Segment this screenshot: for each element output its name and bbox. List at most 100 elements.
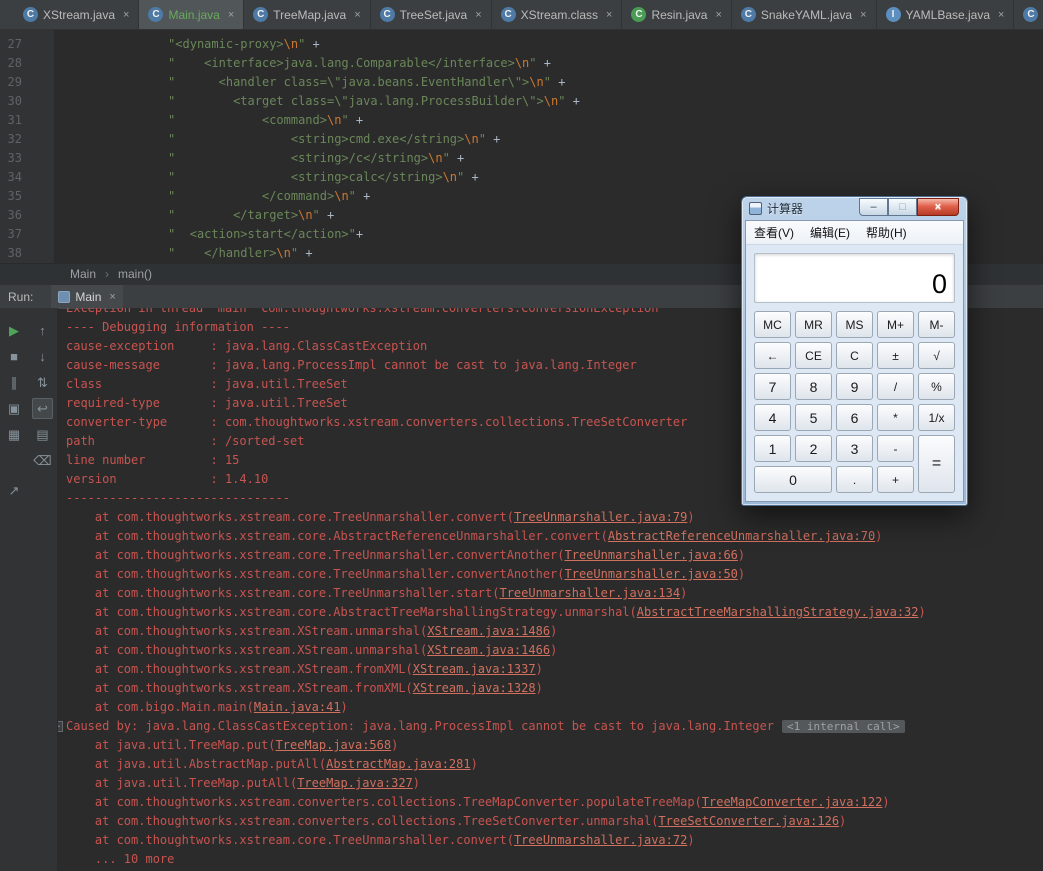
editor-tab[interactable]: C XStream.java × [14, 0, 140, 29]
calculator-button[interactable]: * [877, 404, 914, 431]
stacktrace-link[interactable]: TreeUnmarshaller.java:72 [514, 833, 687, 847]
editor-tab[interactable]: C Main.java × [139, 0, 245, 29]
calculator-button[interactable]: ← [754, 342, 791, 369]
calculator-button[interactable]: M+ [877, 311, 914, 338]
print-icon[interactable]: ▤ [32, 424, 53, 445]
minimize-button[interactable]: – [859, 198, 888, 216]
calculator-button[interactable]: MC [754, 311, 791, 338]
stacktrace-link[interactable]: XStream.java:1337 [413, 662, 536, 676]
breadcrumb-method[interactable]: main() [118, 267, 152, 281]
line-number: 35 [7, 189, 22, 203]
stacktrace-link[interactable]: XStream.java:1486 [427, 624, 550, 638]
menu-item[interactable]: 编辑(E) [810, 224, 850, 241]
pause-icon[interactable]: ∥ [4, 372, 25, 393]
up-stacktrace-icon[interactable]: ↑ [32, 320, 53, 341]
code-line: 33 " <string>/c</string>\n" + [0, 149, 1043, 168]
calculator-button[interactable]: 8 [795, 373, 832, 400]
line-number: 29 [7, 75, 22, 89]
editor-tab[interactable]: C XStream.class × [492, 0, 623, 29]
line-number: 33 [7, 151, 22, 165]
external-link-icon[interactable]: ↗ [4, 480, 25, 501]
close-button[interactable]: × [917, 198, 959, 216]
editor-tab[interactable]: C TreeMap.java × [244, 0, 371, 29]
menu-item[interactable]: 帮助(H) [866, 224, 907, 241]
tab-label: TreeSet.java [399, 7, 468, 22]
maximize-button[interactable]: □ [888, 198, 917, 216]
tab-close-icon[interactable]: × [475, 9, 481, 21]
screenshot-icon[interactable]: ▣ [4, 398, 25, 419]
calculator-button[interactable]: 4 [754, 404, 791, 431]
tab-close-icon[interactable]: × [354, 9, 360, 21]
run-toolbar: ▶ ■ ∥ ▣ ▦ ↗ [0, 308, 28, 871]
tab-close-icon[interactable]: × [123, 9, 129, 21]
line-number: 36 [7, 208, 22, 222]
calculator-button[interactable]: / [877, 373, 914, 400]
stacktrace-link[interactable]: XStream.java:1328 [413, 681, 536, 695]
stacktrace-link[interactable]: Main.java:41 [254, 700, 341, 714]
calculator-button[interactable]: 2 [795, 435, 832, 462]
calculator-button[interactable]: MS [836, 311, 873, 338]
tab-close-icon[interactable]: × [860, 9, 866, 21]
editor-tab[interactable]: C Resin.java × [622, 0, 732, 29]
run-tab-main[interactable]: Main × [51, 284, 123, 309]
stacktrace-link[interactable]: AbstractReferenceUnmarshaller.java:70 [608, 529, 875, 543]
line-number: 38 [7, 246, 22, 260]
tab-close-icon[interactable]: × [228, 9, 234, 21]
stacktrace-link[interactable]: TreeUnmarshaller.java:134 [499, 586, 680, 600]
run-tab-close-icon[interactable]: × [109, 291, 115, 303]
calculator-button[interactable]: - [877, 435, 914, 462]
tab-label: SnakeYAML.java [760, 7, 853, 22]
stacktrace-link[interactable]: TreeUnmarshaller.java:79 [514, 510, 687, 524]
tab-close-icon[interactable]: × [998, 9, 1004, 21]
editor-tab[interactable]: I YAMLBase.java × [877, 0, 1015, 29]
restore-layout-icon[interactable]: ▦ [4, 424, 25, 445]
clear-all-icon[interactable]: ⌫ [32, 450, 53, 471]
calculator-window[interactable]: 计算器 – □ × 查看(V) 编辑(E) 帮助(H) 0 MC MR MS M+ M- ← C… [741, 196, 968, 506]
soft-wrap-icon[interactable]: ↩ [32, 398, 53, 419]
calculator-button[interactable]: M- [918, 311, 955, 338]
sort-icon[interactable]: ⇅ [32, 372, 53, 393]
breadcrumb-class[interactable]: Main [70, 267, 96, 281]
down-stacktrace-icon[interactable]: ↓ [32, 346, 53, 367]
calculator-button[interactable]: + [877, 466, 914, 493]
calculator-button[interactable]: 1/x [918, 404, 955, 431]
calculator-button[interactable]: . [836, 466, 873, 493]
rerun-icon[interactable]: ▶ [4, 320, 25, 341]
editor-tab[interactable]: C Ma [1014, 0, 1043, 29]
tab-close-icon[interactable]: × [715, 9, 721, 21]
fold-expand-icon[interactable]: + [58, 721, 63, 732]
calculator-button[interactable]: 3 [836, 435, 873, 462]
stop-icon[interactable]: ■ [4, 346, 25, 367]
calculator-titlebar[interactable]: 计算器 – □ × [745, 197, 964, 220]
stacktrace-link[interactable]: AbstractMap.java:281 [326, 757, 471, 771]
calculator-button[interactable]: 9 [836, 373, 873, 400]
editor-tab[interactable]: C SnakeYAML.java × [732, 0, 877, 29]
stacktrace-link[interactable]: TreeMap.java:568 [276, 738, 392, 752]
calculator-button[interactable]: MR [795, 311, 832, 338]
calculator-button[interactable]: 5 [795, 404, 832, 431]
stacktrace-link[interactable]: TreeSetConverter.java:126 [658, 814, 839, 828]
calculator-button[interactable]: 7 [754, 373, 791, 400]
calculator-button[interactable]: √ [918, 342, 955, 369]
calculator-button[interactable]: ± [877, 342, 914, 369]
line-number: 27 [7, 37, 22, 51]
editor-tab[interactable]: C TreeSet.java × [371, 0, 492, 29]
calculator-button[interactable]: = [918, 435, 955, 493]
stacktrace-link[interactable]: TreeUnmarshaller.java:66 [565, 548, 738, 562]
stacktrace-link[interactable]: TreeMap.java:327 [297, 776, 413, 790]
stacktrace-link[interactable]: AbstractTreeMarshallingStrategy.java:32 [637, 605, 919, 619]
stacktrace-link[interactable]: TreeUnmarshaller.java:50 [565, 567, 738, 581]
calculator-button[interactable]: % [918, 373, 955, 400]
console-text: at com.thoughtworks.xstream.core.TreeUnm… [66, 567, 565, 581]
line-number: 30 [7, 94, 22, 108]
calculator-button[interactable]: C [836, 342, 873, 369]
calculator-keypad: MC MR MS M+ M- ← CE C ± √ 7 8 9/% 4 5 6 * 1/x 1 2 3- = 0. + [754, 311, 955, 493]
tab-close-icon[interactable]: × [606, 9, 612, 21]
stacktrace-link[interactable]: TreeMapConverter.java:122 [702, 795, 883, 809]
stacktrace-link[interactable]: XStream.java:1466 [427, 643, 550, 657]
menu-item[interactable]: 查看(V) [754, 224, 794, 241]
calculator-button[interactable]: 0 [754, 466, 832, 493]
calculator-button[interactable]: 1 [754, 435, 791, 462]
calculator-button[interactable]: CE [795, 342, 832, 369]
calculator-button[interactable]: 6 [836, 404, 873, 431]
